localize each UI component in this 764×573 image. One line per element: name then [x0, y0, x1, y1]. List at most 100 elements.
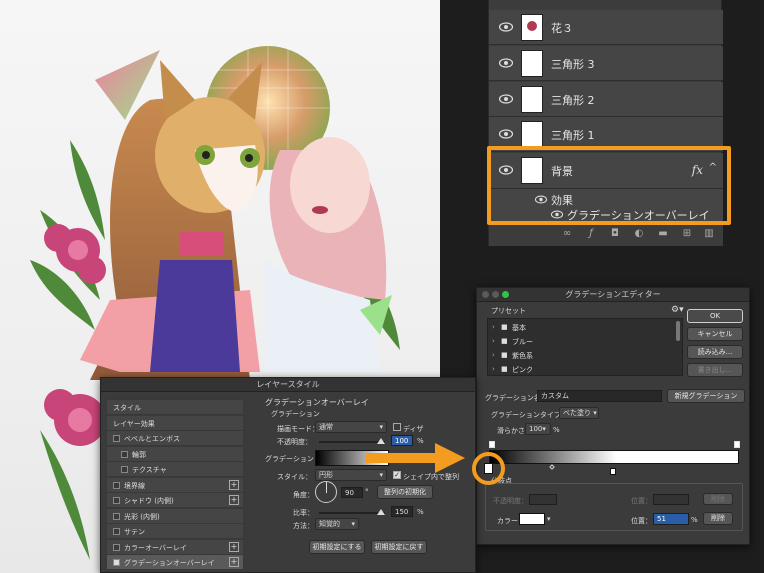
layer-name: 三角形 3	[551, 58, 595, 71]
dither-checkbox[interactable]	[393, 423, 401, 431]
angle-dial[interactable]	[315, 481, 337, 503]
gradient-editor-dialog: グラデーションエディター プリセット ⚙▾ › ■ 基本 › ■ ブルー › ■ 紫色系 ›…	[476, 287, 750, 545]
style-checkbox[interactable]	[121, 466, 128, 473]
delete-opacity-stop-button[interactable]: 削除	[703, 493, 733, 505]
sub-title: グラデーション	[271, 410, 320, 418]
chevron-down-icon[interactable]: ▾	[547, 515, 551, 523]
preset-folder[interactable]: › ■ ブルー	[492, 336, 662, 348]
style-item-label: レイヤー効果	[113, 419, 155, 428]
adjustment-icon[interactable]: ◐	[633, 228, 645, 240]
gradient-name-input[interactable]: カスタム	[537, 390, 662, 402]
style-checkbox[interactable]	[113, 559, 120, 566]
style-item[interactable]: 輪郭	[107, 446, 243, 462]
delete-color-stop-button[interactable]: 削除	[703, 512, 733, 525]
style-item[interactable]: シャドウ (内側) +	[107, 493, 243, 508]
angle-label: 角度：	[293, 491, 314, 499]
gradient-bar[interactable]	[489, 450, 739, 464]
eye-icon[interactable]	[499, 129, 513, 139]
eye-icon[interactable]	[499, 94, 513, 104]
degree-sign: °	[365, 488, 369, 496]
scrollbar[interactable]	[676, 321, 680, 341]
style-checkbox[interactable]	[121, 450, 128, 458]
style-item-label: 輪郭	[132, 450, 146, 459]
layer-thumbnail	[521, 50, 543, 77]
smoothness-select[interactable]: 100▾	[525, 423, 551, 435]
layer-row-flower3[interactable]: 花３	[489, 10, 723, 45]
color-location-input[interactable]: 51	[653, 513, 689, 525]
scale-slider-thumb[interactable]	[377, 509, 385, 515]
cancel-button[interactable]: キャンセル	[687, 327, 743, 341]
mask-icon[interactable]: ◘	[609, 228, 621, 240]
dither-label: ディザ	[403, 425, 424, 433]
style-item[interactable]: サテン	[107, 524, 243, 539]
preset-folder[interactable]: › ■ 紫色系	[492, 350, 662, 362]
dialog-title: レイヤースタイル	[256, 380, 320, 389]
color-stop-left[interactable]	[484, 463, 493, 474]
link-icon[interactable]: ∞	[561, 228, 573, 240]
screen: 花３ 三角形 3 三角形 2 三角形 1 背景 fx ^ 効果 グラデーションオ…	[0, 0, 764, 573]
preset-list: › ■ 基本 › ■ ブルー › ■ 紫色系 › ■ ピンク	[487, 318, 683, 376]
method-select[interactable]: 知覚的 ▾	[315, 518, 359, 530]
color-stop-right[interactable]	[610, 468, 616, 475]
color-swatch[interactable]	[519, 513, 545, 525]
style-item[interactable]: レイヤー効果	[107, 415, 243, 431]
style-item[interactable]: グラデーションオーバーレイ +	[107, 555, 243, 570]
style-checkbox[interactable]	[113, 497, 120, 504]
opacity-stop-right[interactable]	[734, 441, 740, 448]
style-item[interactable]: 境界線 +	[107, 477, 243, 493]
scale-input[interactable]: 150	[391, 506, 413, 517]
eye-icon[interactable]	[499, 58, 513, 68]
align-label: シェイプ内で整列	[403, 473, 459, 481]
preset-folder[interactable]: › ■ ピンク	[492, 364, 662, 376]
style-item[interactable]: ベベルとエンボス	[107, 431, 243, 446]
annotation-circle	[472, 452, 505, 485]
preset-folder[interactable]: › ■ 基本	[492, 322, 662, 334]
gear-icon[interactable]: ⚙▾	[671, 305, 684, 315]
percent-sign: %	[553, 426, 560, 434]
blend-mode-select[interactable]: 通常 ▾	[315, 421, 387, 433]
style-label: スタイル：	[277, 473, 312, 481]
layer-thumbnail	[521, 14, 543, 41]
annotation-arrow-icon	[365, 443, 465, 473]
style-item-label: スタイル	[113, 404, 141, 412]
trash-icon[interactable]: ▥	[703, 228, 715, 240]
make-default-button[interactable]: 初期設定にする	[309, 540, 365, 554]
reset-default-button[interactable]: 初期設定に戻す	[371, 540, 427, 554]
ok-button[interactable]: OK	[687, 309, 743, 323]
style-checkbox[interactable]	[113, 512, 120, 520]
layer-name: 三角形 2	[551, 94, 595, 107]
layer-row-triangle2[interactable]: 三角形 2	[489, 82, 723, 117]
folder-icon[interactable]: ▬	[657, 228, 669, 240]
gradient-type-select[interactable]: べた塗り ▾	[559, 407, 599, 419]
opacity-stop-left[interactable]	[489, 441, 495, 448]
highlight-box	[487, 146, 731, 225]
fx-add-icon[interactable]: ƒ	[585, 228, 597, 240]
new-layer-icon[interactable]: ⊞	[681, 228, 693, 240]
save-button[interactable]: 書き出し...	[687, 363, 743, 377]
style-item[interactable]: カラーオーバーレイ +	[107, 539, 243, 555]
style-checkbox[interactable]	[113, 543, 120, 551]
add-icon[interactable]: +	[229, 495, 239, 505]
layer-style-dialog: レイヤースタイル スタイルレイヤー効果ベベルとエンボス輪郭テクスチャ 境界線 + シャ…	[100, 377, 476, 573]
load-button[interactable]: 読み込み...	[687, 345, 743, 359]
scale-slider[interactable]	[319, 512, 385, 514]
percent-sign: %	[691, 516, 698, 524]
midpoint-diamond[interactable]	[549, 464, 555, 470]
angle-input[interactable]: 90	[341, 487, 363, 498]
add-icon[interactable]: +	[229, 479, 239, 490]
layer-row-triangle3[interactable]: 三角形 3	[489, 46, 723, 81]
gradient-type-label: グラデーションタイプ：	[491, 411, 568, 419]
style-item[interactable]: 光彩 (内側)	[107, 508, 243, 524]
add-icon[interactable]: +	[229, 541, 239, 552]
reset-align-button[interactable]: 整列の初期化	[377, 485, 433, 499]
style-sidebar: スタイルレイヤー効果ベベルとエンボス輪郭テクスチャ 境界線 + シャドウ (内側) + 光…	[105, 396, 245, 572]
style-item[interactable]: テクスチャ	[107, 462, 243, 477]
style-checkbox[interactable]	[113, 528, 120, 535]
new-gradient-button[interactable]: 新規グラデーション	[667, 389, 745, 403]
layer-name: 三角形 1	[551, 129, 595, 142]
eye-icon[interactable]	[499, 22, 513, 32]
style-checkbox[interactable]	[113, 435, 120, 442]
style-item[interactable]: スタイル	[107, 400, 243, 415]
add-icon[interactable]: +	[229, 557, 239, 567]
style-checkbox[interactable]	[113, 481, 120, 489]
